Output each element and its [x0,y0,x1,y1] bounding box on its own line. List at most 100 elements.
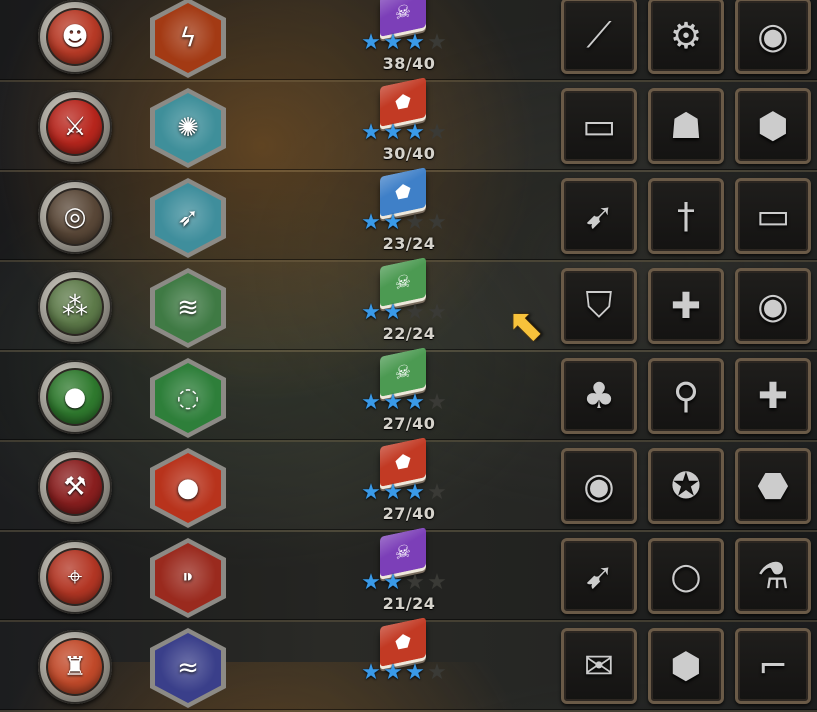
star-filled-icon: ★ [405,390,425,415]
star-empty-icon: ★ [405,300,425,325]
bullets-icon: ⁍ [155,543,221,613]
shard-progress-count: 22/24 [382,324,436,343]
hero-row[interactable]: ⚒ ● ⬟ ★ ★ ★ ★ 27/40 ◉ ✪ ⬣ [0,437,817,532]
hero-portrait-button[interactable]: ● [38,360,112,434]
star-rating: ★ ★ ★ ★ [360,32,456,54]
equipment-slot-spellbook-icon[interactable]: ✪ [648,448,724,524]
hero-row[interactable]: ⁂ ≋ ☠ ★ ★ ★ ★ 22/24 ⛉ ✚ ◉ [0,257,817,352]
tornado-icon: ≈ [155,633,221,703]
star-empty-icon: ★ [427,300,447,325]
mutant-face-icon: ☻ [46,8,104,66]
equipment-slot-gold-nugget-icon[interactable]: ⬣ [735,448,811,524]
star-filled-icon: ★ [361,120,381,145]
lightning-crack-icon: ϟ [155,3,221,73]
hero-portrait-button[interactable]: ⚔ [38,90,112,164]
hero-portrait-button[interactable]: ⚒ [38,450,112,524]
star-filled-icon: ★ [383,480,403,505]
target-crosshair-icon: ⌖ [46,548,104,606]
equipment-slot-green-potion-icon[interactable]: ⚗ [735,538,811,614]
star-rating: ★ ★ ★ ★ [360,212,456,234]
green-swirl-icon: ◌ [155,363,221,433]
star-rating: ★ ★ ★ ★ [360,482,456,504]
green-claw-icon: ⁂ [46,278,104,336]
star-empty-icon: ★ [427,660,447,685]
equipment-slot-steel-bracer-icon[interactable]: ◉ [561,448,637,524]
star-filled-icon: ★ [361,300,381,325]
shard-progress-count: 27/40 [382,414,436,433]
equipment-slot-rune-tablet-icon[interactable]: ▭ [735,178,811,254]
sword-emblem-icon: ⚔ [46,98,104,156]
hero-row[interactable]: ⚔ ✺ ⬟ ★ ★ ★ ★ 30/40 ▭ ☗ ⬢ [0,77,817,172]
skill-hexagon-button[interactable]: ➶ [150,178,226,258]
hero-row[interactable]: ● ◌ ☠ ★ ★ ★ ★ 27/40 ♣ ⚲ ✚ [0,347,817,442]
green-slime-icon: ● [46,368,104,426]
equipment-slot-blue-shield-icon[interactable]: ⛉ [561,268,637,344]
equipment-slot-hook-icon[interactable]: ⌐ [735,628,811,704]
skill-hexagon-button[interactable]: ≋ [150,268,226,348]
equipment-slot-golden-clover-icon[interactable]: ♣ [561,358,637,434]
shard-progress-count: 27/40 [382,504,436,523]
equipment-slot-rocket-boot-icon[interactable]: ➹ [561,178,637,254]
star-filled-icon: ★ [383,660,403,685]
shard-progress-count: 21/24 [382,594,436,613]
star-filled-icon: ★ [405,120,425,145]
star-filled-icon: ★ [383,120,403,145]
equipment-slot-medkit-icon[interactable]: ✚ [648,268,724,344]
equipment-slot-red-crystal-icon[interactable]: ⬢ [735,88,811,164]
hero-portrait-button[interactable]: ☻ [38,0,112,74]
equipment-slot-steel-bracer-icon[interactable]: ◉ [735,0,811,74]
hero-row[interactable]: ☻ ϟ ☠ ★ ★ ★ ★ 38/40 ⟋ ⚙ ◉ [0,0,817,82]
star-rating: ★ ★ ★ ★ [360,392,456,414]
green-vortex-icon: ≋ [155,273,221,343]
star-empty-icon: ★ [427,210,447,235]
equipment-slot-golden-gear-icon[interactable]: ⚙ [648,0,724,74]
hero-portrait-button[interactable]: ⌖ [38,540,112,614]
star-filled-icon: ★ [405,30,425,55]
star-empty-icon: ★ [427,390,447,415]
star-empty-icon: ★ [427,120,447,145]
star-empty-icon: ★ [427,30,447,55]
hero-portrait-button[interactable]: ♜ [38,630,112,704]
skill-hexagon-button[interactable]: ✺ [150,88,226,168]
missile-barrage-icon: ➶ [155,183,221,253]
star-filled-icon: ★ [405,480,425,505]
skill-hexagon-button[interactable]: ≈ [150,628,226,708]
metal-cog-ring-icon: ◎ [46,188,104,246]
skill-hexagon-button[interactable]: ⁍ [150,538,226,618]
shard-progress-count: 23/24 [382,234,436,253]
skill-hexagon-button[interactable]: ◌ [150,358,226,438]
hero-row[interactable]: ♜ ≈ ⬟ ★ ★ ★ ★ ✉ ⬢ ⌐ [0,617,817,712]
equipment-slot-spear-icon[interactable]: ⟋ [561,0,637,74]
star-filled-icon: ★ [383,390,403,415]
equipment-slot-rune-tablet-icon[interactable]: ▭ [561,88,637,164]
equipment-slot-bronze-ring-icon[interactable]: ○ [648,538,724,614]
star-filled-icon: ★ [383,570,403,595]
star-empty-icon: ★ [405,210,425,235]
equipment-slot-scroll-icon[interactable]: ✉ [561,628,637,704]
equipment-slot-rocket-boot-icon[interactable]: ➹ [561,538,637,614]
star-filled-icon: ★ [361,30,381,55]
star-rating: ★ ★ ★ ★ [360,302,456,324]
star-filled-icon: ★ [383,30,403,55]
equipment-slot-medkit-icon[interactable]: ✚ [735,358,811,434]
skill-hexagon-button[interactable]: ● [150,448,226,528]
hero-row[interactable]: ◎ ➶ ⬟ ★ ★ ★ ★ 23/24 ➹ † ▭ [0,167,817,262]
equipment-slot-red-crystal-icon[interactable]: ⬢ [648,628,724,704]
equipment-slot-steel-bracer-icon[interactable]: ◉ [735,268,811,344]
equipment-slot-broom-icon[interactable]: ⚲ [648,358,724,434]
shard-progress-count: 30/40 [382,144,436,163]
star-filled-icon: ★ [361,570,381,595]
hero-portrait-button[interactable]: ◎ [38,180,112,254]
star-filled-icon: ★ [383,300,403,325]
top-hat-icon: ♜ [46,638,104,696]
shard-progress-count: 38/40 [382,54,436,73]
star-rating: ★ ★ ★ ★ [360,122,456,144]
equipment-slot-golden-sword-icon[interactable]: † [648,178,724,254]
star-filled-icon: ★ [361,210,381,235]
hero-row[interactable]: ⌖ ⁍ ☠ ★ ★ ★ ★ 21/24 ➹ ○ ⚗ [0,527,817,622]
energy-orb-icon: ✺ [155,93,221,163]
hero-portrait-button[interactable]: ⁂ [38,270,112,344]
skill-hexagon-button[interactable]: ϟ [150,0,226,78]
equipment-slot-red-hood-icon[interactable]: ☗ [648,88,724,164]
star-filled-icon: ★ [361,390,381,415]
